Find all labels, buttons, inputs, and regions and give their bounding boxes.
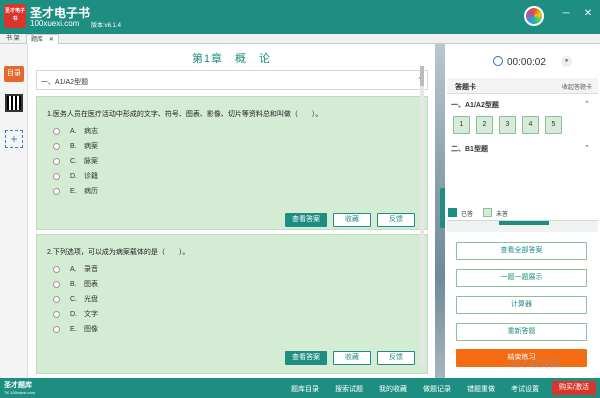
answered-legend-swatch (448, 208, 457, 217)
main-scrollbar[interactable] (420, 66, 424, 366)
timer: 00:00:02 (493, 56, 546, 68)
menu-my-favorites[interactable]: 我的收藏 (379, 384, 407, 394)
question-number-1[interactable]: 1 (453, 116, 470, 134)
tab-label: 题库 (31, 37, 44, 43)
bank-site: TK.100xuexi.com (4, 390, 35, 395)
calculator-button[interactable]: 计算器 (456, 296, 587, 314)
radio-icon[interactable] (53, 157, 60, 165)
answer-card-title: 答题卡 (455, 84, 476, 91)
radio-icon[interactable] (53, 127, 60, 135)
toggle-indicator (499, 221, 549, 225)
question-number-2[interactable]: 2 (476, 116, 493, 134)
question-card: 2.下列选项，可以成为病案载体的是（ ）。 A. 录音 B. 图表 C. 光盘 D. 文… (36, 234, 428, 374)
left-toolbar: 目录 + (0, 44, 28, 378)
radio-icon[interactable] (53, 325, 60, 333)
favorite-button[interactable]: 收藏 (333, 213, 371, 227)
radio-icon[interactable] (53, 280, 60, 288)
view-answer-button[interactable]: 查看答案 (285, 351, 327, 365)
feedback-button[interactable]: 反馈 (377, 213, 415, 227)
question-text: 2.下列选项，可以成为病案载体的是（ ）。 (47, 249, 190, 256)
tab-strip: 书 架 题库 ✕ (0, 34, 600, 44)
question-area: 第1章 概 论 一、A1/A2型题 ⌃ 1.医务人员在医疗活动中形成的文字、符号… (28, 44, 435, 378)
unanswered-legend-label: 未答 (496, 212, 509, 218)
chevron-up-icon[interactable]: ⌃ (584, 100, 590, 108)
bottom-bar: 圣才题库 TK.100xuexi.com 题库目录 搜索试题 我的收藏 做题记录… (0, 378, 600, 398)
tab-close-icon[interactable]: ✕ (49, 37, 54, 43)
option-b[interactable]: B. 图表 (53, 280, 98, 290)
card-toggle-bar[interactable] (447, 220, 598, 232)
tab-question-bank[interactable]: 题库 ✕ (26, 34, 59, 44)
option-d[interactable]: D. 诊籍 (53, 172, 98, 182)
radio-icon[interactable] (53, 142, 60, 150)
collapse-card-button[interactable]: 收起答题卡 (562, 82, 592, 91)
answered-legend-label: 已答 (461, 212, 474, 218)
app-version: 版本:v6.1.4 (91, 23, 122, 29)
option-d[interactable]: D. 文字 (53, 310, 98, 320)
radio-icon[interactable] (53, 295, 60, 303)
section-label: 一、A1/A2型题 (41, 79, 89, 86)
chevron-up-icon[interactable]: ⌃ (584, 144, 590, 152)
radio-icon[interactable] (53, 265, 60, 273)
restart-button[interactable]: 重新答题 (456, 323, 587, 341)
option-b[interactable]: B. 病案 (53, 142, 98, 152)
user-avatar[interactable] (524, 6, 544, 26)
title-bar: 圣才电子书 圣才电子书 100xuexi.com 版本:v6.1.4 ─ ✕ (0, 0, 600, 34)
favorite-button[interactable]: 收藏 (333, 351, 371, 365)
menu-history[interactable]: 做题记录 (423, 384, 451, 394)
answer-card-header: 答题卡 收起答题卡 (447, 78, 598, 94)
pause-icon[interactable]: ⏸ (561, 56, 572, 67)
option-c[interactable]: C. 脉案 (53, 157, 98, 167)
menu-redo-mistakes[interactable]: 错题重做 (467, 384, 495, 394)
radio-icon[interactable] (53, 310, 60, 318)
radio-icon[interactable] (53, 172, 60, 180)
app-logo: 圣才电子书 (4, 4, 26, 28)
question-number-5[interactable]: 5 (545, 116, 562, 134)
menu-exam-settings[interactable]: 考试设置 (511, 384, 539, 394)
question-card: 1.医务人员在医疗活动中形成的文字、符号、图表、影像、切片等资料总和叫做（ ）。… (36, 96, 428, 230)
menu-bank-directory[interactable]: 题库目录 (291, 384, 319, 394)
option-a[interactable]: A. 录音 (53, 265, 98, 275)
card-section-a1a2: 一、A1/A2型题 (451, 102, 499, 109)
option-a[interactable]: A. 病志 (53, 127, 98, 137)
menu-search-questions[interactable]: 搜索试题 (335, 384, 363, 394)
view-answer-button[interactable]: 查看答案 (285, 213, 327, 227)
feedback-button[interactable]: 反馈 (377, 351, 415, 365)
clock-icon (493, 56, 503, 66)
question-number-3[interactable]: 3 (499, 116, 516, 134)
qr-code-icon[interactable] (5, 94, 23, 112)
view-all-answers-button[interactable]: 查看全部答案 (456, 242, 587, 260)
close-button[interactable]: ✕ (582, 8, 594, 20)
buy-activate-button[interactable]: 购买/激活 (552, 381, 596, 395)
section-header[interactable]: 一、A1/A2型题 ⌃ (36, 70, 428, 90)
unanswered-legend-swatch (483, 208, 492, 217)
bank-logo: 圣才题库 (4, 382, 32, 389)
minimize-button[interactable]: ─ (560, 8, 572, 20)
option-c[interactable]: C. 光盘 (53, 295, 98, 305)
scroll-thumb[interactable] (420, 66, 424, 86)
one-by-one-button[interactable]: 一题一题展示 (456, 269, 587, 287)
option-e[interactable]: E. 图像 (53, 325, 98, 335)
add-icon[interactable]: + (5, 130, 23, 148)
card-section-b1: 二、B1型题 (451, 146, 488, 153)
option-e[interactable]: E. 病历 (53, 187, 98, 197)
question-number-4[interactable]: 4 (522, 116, 539, 134)
app-site: 100xuexi.com (30, 19, 80, 28)
answer-panel: 00:00:02 ⏸ 答题卡 收起答题卡 一、A1/A2型题 ⌃ 1 2 3 4… (445, 44, 600, 378)
tab-bookshelf[interactable]: 书 架 (2, 34, 24, 44)
directory-button[interactable]: 目录 (4, 66, 24, 82)
watermark: 当下软件园 (510, 359, 560, 370)
radio-icon[interactable] (53, 187, 60, 195)
chapter-title: 第1章 概 论 (191, 53, 272, 65)
question-text: 1.医务人员在医疗活动中形成的文字、符号、图表、影像、切片等资料总和叫做（ ）。 (47, 111, 323, 118)
